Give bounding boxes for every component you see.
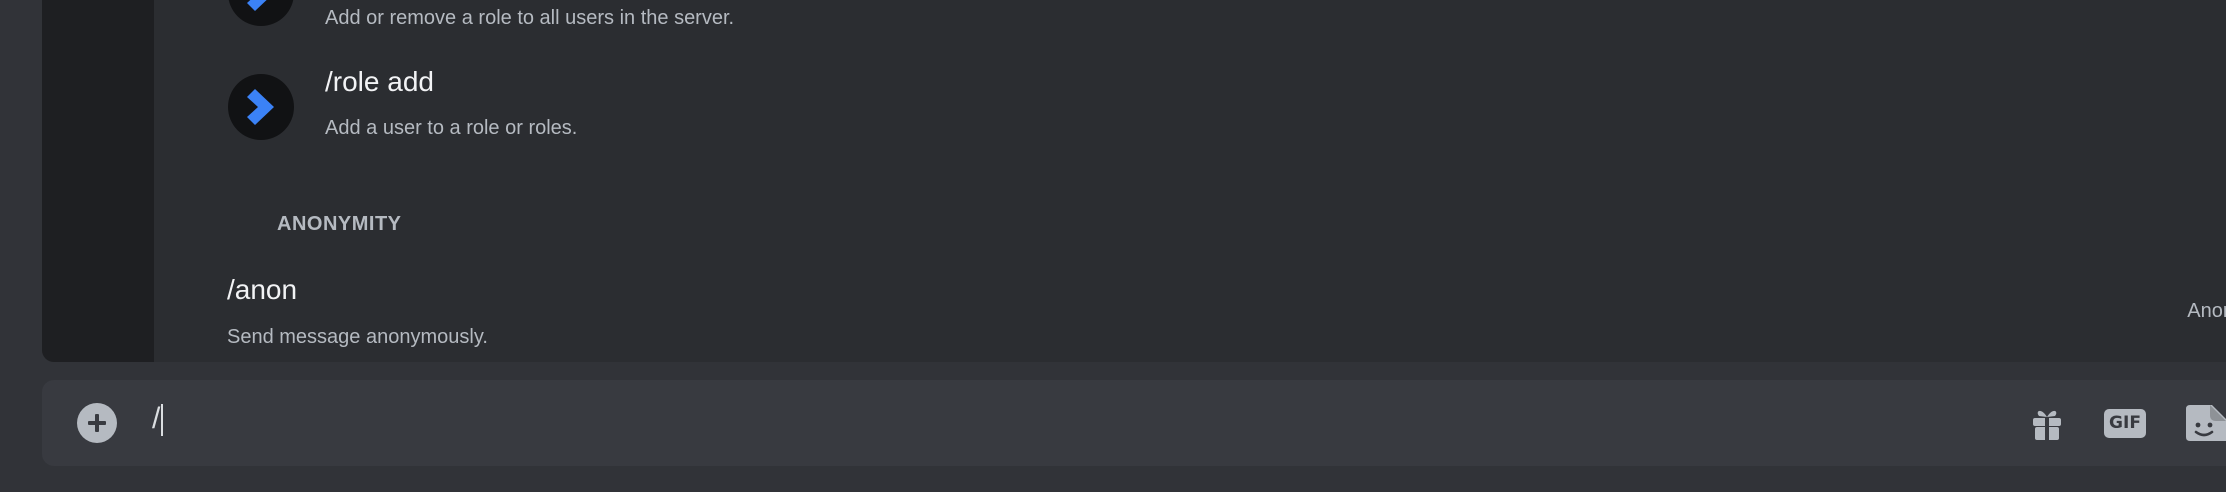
command-item-role-add[interactable]: /role add Add a user to a role or roles. [154,66,2226,150]
message-composer: / GIF [42,380,2226,466]
bot-avatar [228,0,294,26]
bot-chevron-icon [247,0,267,11]
sticker-icon[interactable] [2182,401,2226,445]
sticker-glyph [2186,405,2226,441]
gift-glyph [2033,410,2061,440]
command-description: Add a user to a role or roles. [325,117,578,139]
bot-chevron-icon [247,89,274,125]
command-item[interactable]: Add or remove a role to all users in the… [154,0,2226,40]
plus-circle-icon[interactable] [77,403,117,443]
section-header-anonymity: ANONYMITY [277,213,402,235]
command-description: Add or remove a role to all users in the… [325,7,735,29]
message-input-value: / [152,402,161,435]
text-caret [161,404,164,437]
slash-command-popup: Add or remove a role to all users in the… [42,0,2226,362]
plus-glyph [88,414,106,432]
command-description: Send message anonymously. [227,326,488,348]
command-name: /anon [227,274,298,305]
gif-label: GIF [2104,408,2146,438]
command-source-app: Anon [2187,300,2226,322]
gif-icon[interactable]: GIF [2102,401,2148,445]
command-item-anon[interactable]: /anon Send message anonymously. Anon [154,274,2226,362]
bot-avatar [228,74,294,140]
chat-view: Add or remove a role to all users in the… [0,0,2226,492]
command-category-rail [42,0,154,362]
command-name: /role add [325,66,434,97]
command-list: Add or remove a role to all users in the… [154,0,2226,362]
message-input[interactable]: / [152,402,164,437]
gift-icon[interactable] [2024,401,2070,445]
